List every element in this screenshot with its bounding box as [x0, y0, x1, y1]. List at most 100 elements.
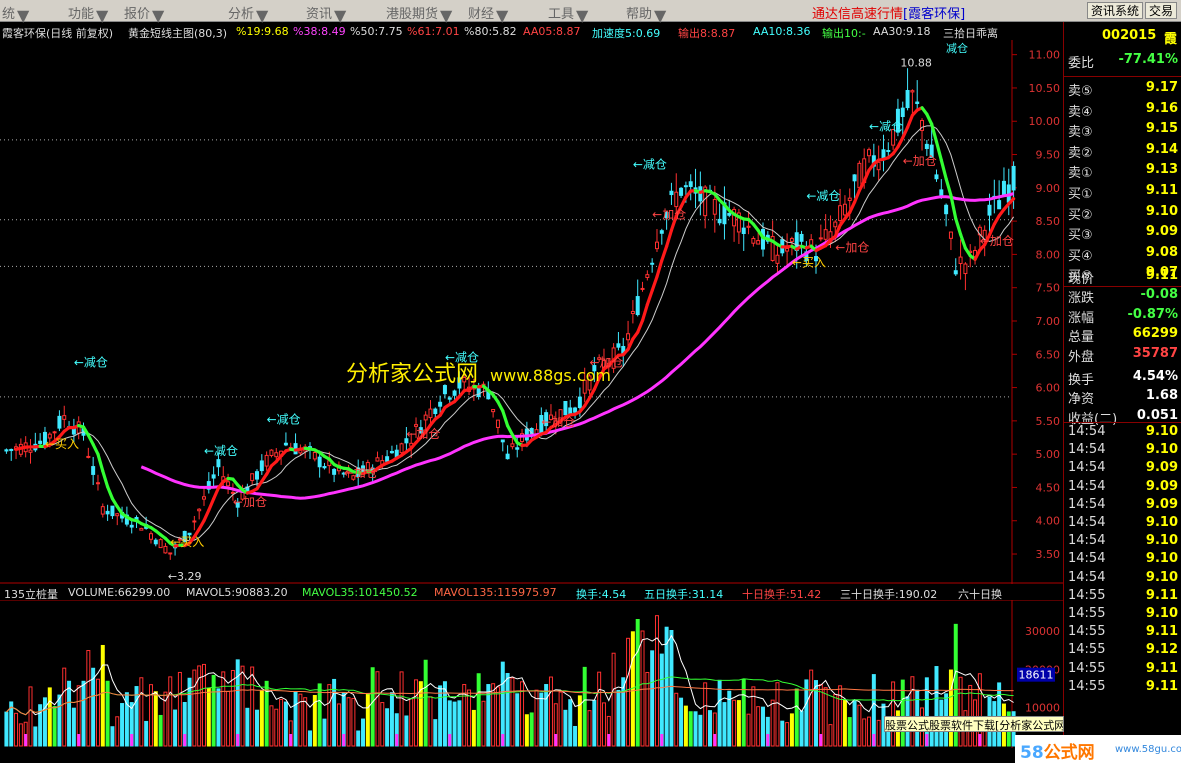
- trade-button[interactable]: 交易: [1145, 2, 1178, 19]
- indicator-value-8: AA10:8.36: [753, 25, 811, 38]
- candle-body: [491, 408, 496, 413]
- ad-banner[interactable]: 股票公式股票软件下载[分析家公式网 88gs.com]: [884, 716, 1064, 732]
- signal-annotation: ←加仓: [903, 154, 937, 168]
- candle-body: [57, 415, 62, 429]
- volume-bar: [842, 699, 847, 747]
- trend-segment: [501, 409, 510, 428]
- volume-bar: [910, 676, 915, 747]
- menu-item-8[interactable]: 帮助: [626, 3, 652, 22]
- candle-body: [86, 455, 91, 458]
- candle-body: [28, 449, 33, 453]
- volume-bar: [283, 701, 288, 747]
- volume-bar: [158, 714, 163, 747]
- tick-8-value: 9.10: [1145, 569, 1178, 585]
- volume-bar: [18, 723, 23, 747]
- stat-3: 总量 66299: [1066, 326, 1180, 345]
- menu-item-3[interactable]: 分析: [228, 3, 254, 22]
- volume-bar: [476, 673, 481, 747]
- volume-bar: [52, 706, 57, 747]
- order-book-1: 卖④ 9.16: [1066, 101, 1180, 120]
- tick-9-label: 14:55: [1068, 587, 1106, 603]
- signal-annotation: ←买入: [45, 437, 79, 451]
- volume-bar: [346, 697, 351, 747]
- volume-bar: [997, 682, 1002, 747]
- menu-item-4[interactable]: 资讯: [306, 3, 332, 22]
- window-title: 通达信高速行情[霞客环保]: [812, 3, 965, 22]
- tick-13-label: 14:55: [1068, 660, 1106, 676]
- candle-body: [4, 449, 9, 452]
- candle-body: [934, 174, 939, 180]
- stat-5-value: 4.54%: [1132, 369, 1178, 384]
- order-book-4-value: 9.13: [1145, 162, 1178, 178]
- y-tick-label: 4.00: [1036, 515, 1061, 528]
- volume-bar: [558, 691, 563, 747]
- order-book-3: 卖② 9.14: [1066, 142, 1180, 161]
- stat-4: 外盘 35787: [1066, 346, 1180, 365]
- menu-item-2[interactable]: 报价: [124, 3, 150, 22]
- candle-body: [399, 443, 404, 454]
- volume-bar: [544, 684, 549, 747]
- tick-3: 14:54 9.09: [1066, 479, 1180, 497]
- tick-5-label: 14:54: [1068, 515, 1106, 530]
- candle-body: [283, 442, 288, 446]
- menu-item-0[interactable]: 统: [2, 3, 15, 22]
- menu-item-7[interactable]: 工具: [548, 3, 574, 22]
- y-tick-label: 10.00: [1029, 115, 1061, 128]
- candle-body: [163, 545, 168, 554]
- volume-bar: [177, 671, 182, 747]
- trend-segment: [202, 508, 211, 523]
- candle-body: [1001, 180, 1006, 196]
- candle-body: [997, 200, 1002, 210]
- volume-bar: [707, 710, 712, 747]
- volume-bar: [274, 708, 279, 747]
- volume-bar: [457, 700, 462, 747]
- menu-item-5[interactable]: 港股期货: [386, 3, 438, 22]
- volume-bar: [134, 686, 139, 747]
- indicator-value-4: %80:5.82: [464, 25, 517, 38]
- trend-segment: [660, 244, 669, 263]
- volume-stack: [130, 734, 134, 746]
- volume-bar: [789, 713, 794, 747]
- candle-body: [500, 439, 505, 443]
- candle-body: [823, 229, 828, 240]
- volume-bar: [308, 730, 313, 747]
- candle-body: [428, 408, 433, 419]
- volume-bar: [255, 709, 259, 747]
- price-chart[interactable]: 11.00 10.50 10.00 9.50 9.00 8.50 8.00 7.50 7.00 6…: [0, 40, 1063, 584]
- stat-7-value: 0.051: [1136, 407, 1178, 423]
- candle-body: [785, 247, 790, 252]
- trend-segment: [665, 228, 674, 248]
- volume-bar: [548, 676, 553, 747]
- menu-item-6[interactable]: 财经: [468, 3, 494, 22]
- volume-bar: [235, 659, 240, 747]
- volume-bar: [958, 676, 963, 747]
- signal-annotation: ←买入: [170, 535, 204, 549]
- volume-bar: [404, 715, 409, 747]
- y-tick-label: 7.50: [1036, 282, 1061, 295]
- volume-bar: [529, 712, 534, 747]
- candle-body: [876, 161, 881, 171]
- volume-bar: [120, 703, 125, 747]
- news-system-button[interactable]: 资讯系统: [1087, 2, 1144, 19]
- stock-name: 霞: [1164, 32, 1178, 47]
- volume-stack: [872, 734, 876, 746]
- signal-annotation: ←加仓: [344, 466, 378, 480]
- menu-item-1[interactable]: 功能: [68, 3, 94, 22]
- volume-bar: [852, 699, 857, 747]
- candle-body: [153, 539, 158, 545]
- volume-bar: [144, 720, 149, 747]
- volume-bar: [4, 711, 9, 747]
- candle-body: [62, 415, 67, 420]
- volume-bar: [891, 681, 896, 747]
- stat-0-value: 9.11: [1145, 268, 1178, 283]
- candle-body: [433, 408, 438, 415]
- candle-body: [852, 174, 857, 182]
- tick-10-value: 9.10: [1145, 606, 1178, 621]
- candle-body: [230, 491, 235, 494]
- stat-2-label: 涨幅: [1068, 310, 1095, 326]
- candle-body: [799, 233, 804, 242]
- candle-body: [211, 474, 216, 479]
- trend-segment: [939, 158, 948, 181]
- volume-bar: [563, 709, 568, 747]
- title-text: 通达信高速行情: [812, 7, 904, 22]
